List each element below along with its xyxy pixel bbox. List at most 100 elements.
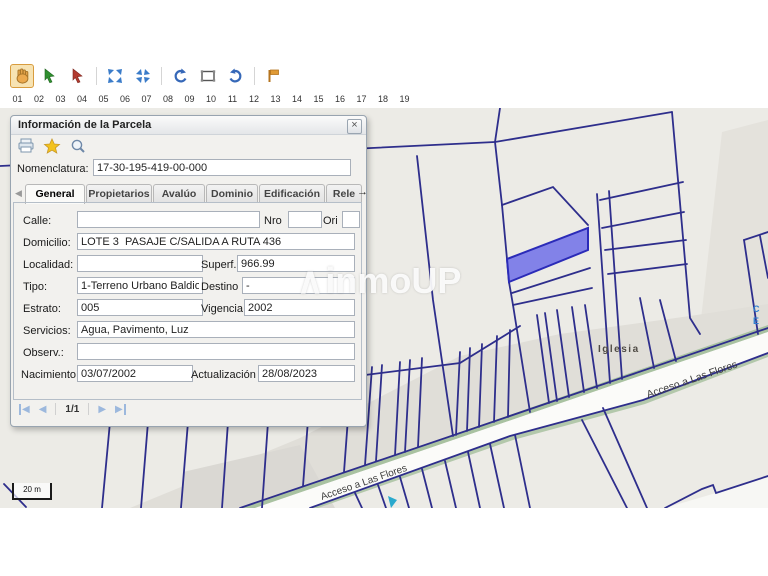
- select-tool-button[interactable]: [38, 64, 62, 88]
- layer-04[interactable]: 04: [77, 94, 88, 104]
- zoom-window-button[interactable]: [196, 64, 220, 88]
- toolbar-separator: [254, 67, 255, 85]
- layer-16[interactable]: 16: [335, 94, 346, 104]
- nacimiento-label: Nacimiento:: [21, 369, 79, 381]
- pager-separator: [55, 403, 56, 415]
- undo-arrow-icon: [171, 67, 189, 85]
- estrato-input[interactable]: [77, 299, 203, 316]
- zoom-extents-button[interactable]: [103, 64, 127, 88]
- measure-tool-icon: [264, 67, 282, 85]
- deselect-tool-button[interactable]: [66, 64, 90, 88]
- layer-number-row: 01 02 03 04 05 06 07 08 09 10 11 12 13 1…: [12, 94, 410, 104]
- localidad-label: Localidad:: [23, 259, 73, 271]
- print-icon[interactable]: [17, 138, 35, 154]
- domicilio-input[interactable]: [77, 233, 355, 250]
- dialog-toolbar: [17, 138, 87, 154]
- redo-arrow-icon: [227, 67, 245, 85]
- toolbar-separator: [96, 67, 97, 85]
- layer-17[interactable]: 17: [356, 94, 367, 104]
- servicios-input[interactable]: [77, 321, 355, 338]
- first-page-icon[interactable]: ◀: [19, 404, 30, 415]
- dialog-tabs: ◀ General Propietarios Avalúo Dominio Ed…: [13, 184, 364, 203]
- estrato-label: Estrato:: [23, 303, 61, 315]
- actualizacion-label: Actualización: [191, 369, 256, 381]
- select-arrow-green-icon: [41, 67, 59, 85]
- layer-19[interactable]: 19: [399, 94, 410, 104]
- tab-general[interactable]: General: [25, 184, 85, 204]
- app-window: 01 02 03 04 05 06 07 08 09 10 11 12 13 1…: [0, 0, 768, 576]
- layer-09[interactable]: 09: [184, 94, 195, 104]
- last-page-icon[interactable]: ▶: [115, 404, 126, 415]
- zoom-extents-icon: [106, 67, 124, 85]
- layer-03[interactable]: 03: [55, 94, 66, 104]
- dialog-titlebar[interactable]: Información de la Parcela ×: [11, 116, 366, 135]
- map-toolbar: [10, 63, 285, 89]
- ori-input[interactable]: [342, 211, 360, 228]
- edge-label-line2: E: [753, 316, 759, 326]
- tab-avaluo[interactable]: Avalúo: [153, 184, 205, 203]
- favorite-star-icon[interactable]: [43, 138, 61, 154]
- layer-05[interactable]: 05: [98, 94, 109, 104]
- dialog-title: Información de la Parcela: [18, 119, 151, 131]
- next-page-icon[interactable]: ▶: [98, 404, 106, 415]
- layer-12[interactable]: 12: [249, 94, 260, 104]
- inmoup-watermark: ∧inmoUP: [297, 260, 461, 302]
- observaciones-label: Observ.:: [23, 347, 64, 359]
- zoom-full-button[interactable]: [131, 64, 155, 88]
- vigencia-label: Vigencia: [201, 303, 243, 315]
- calle-label: Calle:: [23, 215, 51, 227]
- pan-hand-icon: [13, 67, 31, 85]
- layer-15[interactable]: 15: [313, 94, 324, 104]
- tipo-input[interactable]: [77, 277, 203, 294]
- zoom-to-parcel-icon[interactable]: [69, 138, 87, 154]
- tab-dominio[interactable]: Dominio: [206, 184, 258, 203]
- calle-input[interactable]: [77, 211, 260, 228]
- map-scale-indicator: 20 m: [12, 483, 52, 500]
- tab-propietarios[interactable]: Propietarios: [86, 184, 152, 203]
- nro-label: Nro: [264, 215, 282, 227]
- layer-13[interactable]: 13: [270, 94, 281, 104]
- layer-01[interactable]: 01: [12, 94, 23, 104]
- zoom-full-icon: [134, 67, 152, 85]
- edge-label-line1: C: [753, 304, 760, 314]
- previous-page-icon[interactable]: ◀: [39, 404, 47, 415]
- pager-separator: [88, 403, 89, 415]
- domicilio-label: Domicilio:: [23, 237, 71, 249]
- nacimiento-input[interactable]: [77, 365, 193, 382]
- select-arrow-red-icon: [69, 67, 87, 85]
- record-pager: ◀ ◀ 1/1 ▶ ▶: [19, 403, 126, 415]
- undo-button[interactable]: [168, 64, 192, 88]
- superficie-label: Superf.: [201, 259, 236, 271]
- measure-tool-button[interactable]: [261, 64, 285, 88]
- tab-scroll-right-icon[interactable]: →: [357, 186, 368, 198]
- actualizacion-input[interactable]: [258, 365, 355, 382]
- servicios-label: Servicios:: [23, 325, 71, 337]
- close-button[interactable]: ×: [347, 119, 362, 134]
- tab-scroll-left-icon[interactable]: ◀: [15, 188, 22, 199]
- tipo-label: Tipo:: [23, 281, 47, 293]
- layer-06[interactable]: 06: [120, 94, 131, 104]
- pan-tool-button[interactable]: [10, 64, 34, 88]
- localidad-input[interactable]: [77, 255, 203, 272]
- inmoup-logo-text: inmoUP: [325, 260, 461, 301]
- toolbar-separator: [161, 67, 162, 85]
- page-indicator: 1/1: [65, 404, 79, 415]
- destino-label: Destino: [201, 281, 238, 293]
- redo-button[interactable]: [224, 64, 248, 88]
- zoom-window-icon: [199, 67, 217, 85]
- nomenclatura-input[interactable]: [93, 159, 351, 176]
- layer-14[interactable]: 14: [292, 94, 303, 104]
- nomenclatura-label: Nomenclatura:: [17, 163, 89, 175]
- layer-02[interactable]: 02: [34, 94, 45, 104]
- iglesia-label: Iglesia: [598, 344, 640, 355]
- layer-08[interactable]: 08: [163, 94, 174, 104]
- nro-input[interactable]: [288, 211, 322, 228]
- layer-11[interactable]: 11: [227, 94, 238, 104]
- inmoup-logo-mark: ∧: [297, 260, 323, 301]
- layer-10[interactable]: 10: [206, 94, 217, 104]
- layer-07[interactable]: 07: [141, 94, 152, 104]
- tab-edificacion[interactable]: Edificación: [259, 184, 325, 203]
- observaciones-input[interactable]: [77, 343, 355, 360]
- layer-18[interactable]: 18: [378, 94, 389, 104]
- ori-label: Ori: [323, 215, 338, 227]
